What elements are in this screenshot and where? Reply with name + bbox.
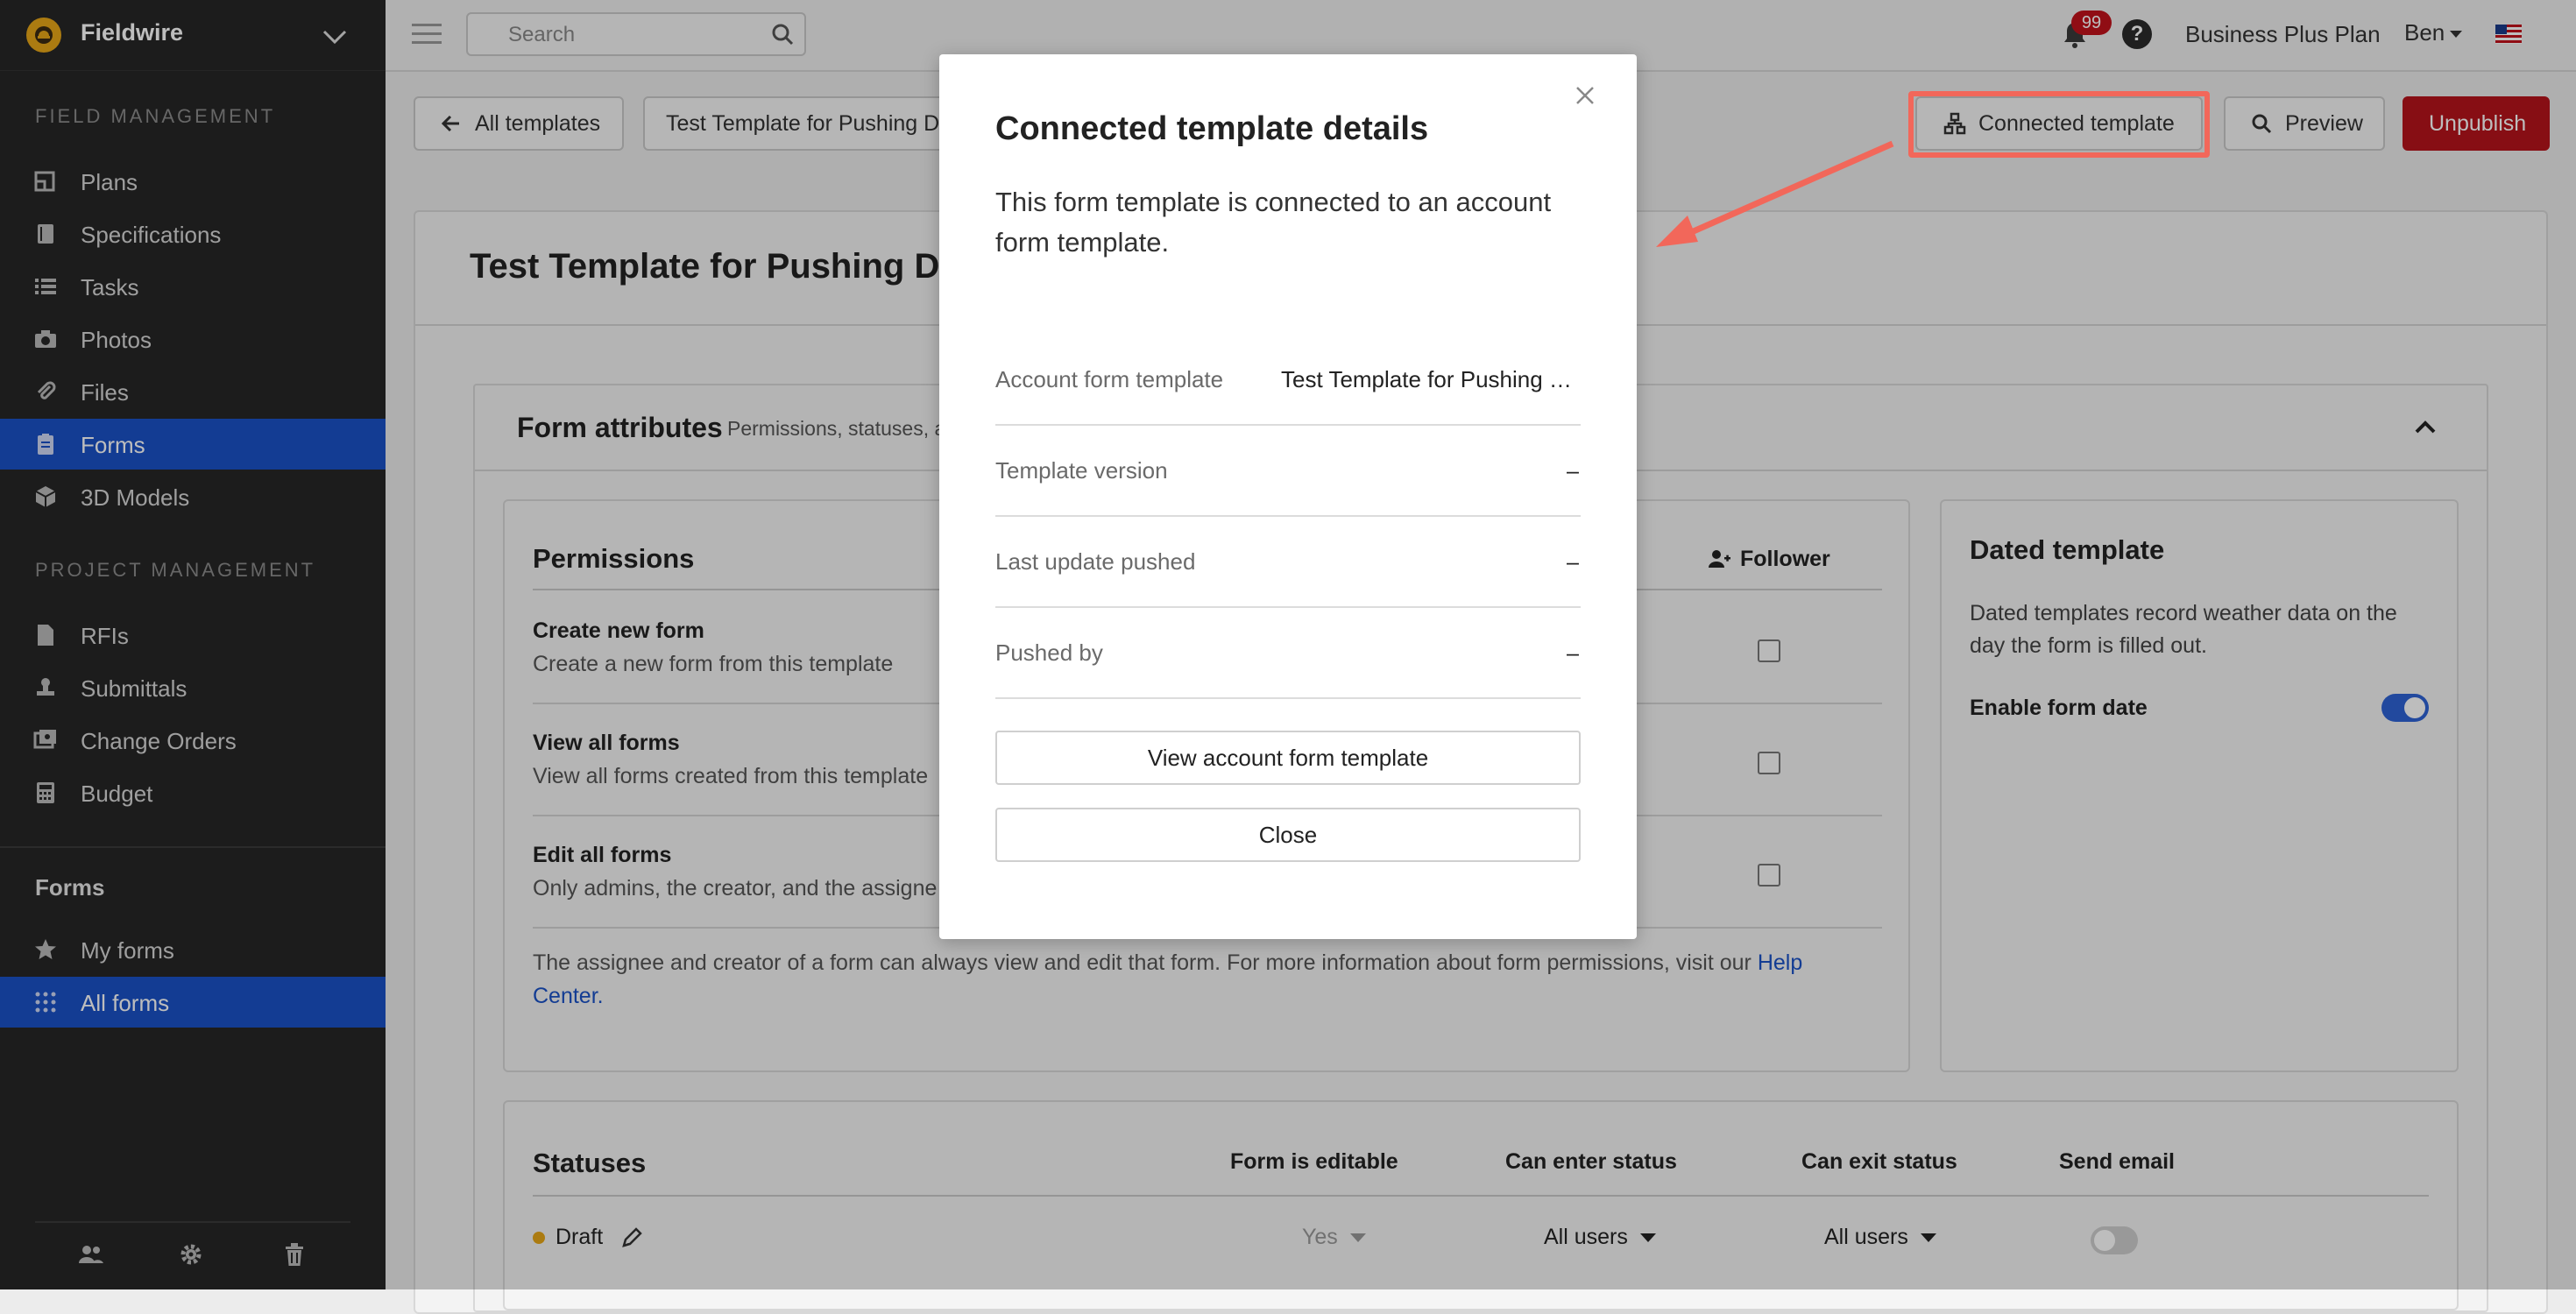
modal-title: Connected template details [995,110,1429,147]
close-button[interactable]: Close [995,808,1581,862]
close-icon[interactable] [1574,84,1596,107]
detail-row-account-template: Account form template Test Template for … [995,335,1581,426]
detail-key: Template version [995,457,1168,484]
detail-value: – [1566,639,1579,666]
annotation-arrow-icon [1656,140,1894,247]
detail-key: Account form template [995,366,1224,392]
detail-row-last-update: Last update pushed – [995,517,1581,608]
detail-key: Pushed by [995,639,1103,666]
detail-key: Last update pushed [995,548,1196,575]
detail-value: Test Template for Pushing Data [1281,366,1579,392]
detail-value: – [1566,548,1579,575]
app-root: Fieldwire FIELD MANAGEMENT Plans Specifi… [0,0,2576,1314]
detail-row-template-version: Template version – [995,426,1581,517]
detail-row-pushed-by: Pushed by – [995,608,1581,699]
view-account-template-button[interactable]: View account form template [995,731,1581,785]
modal-description: This form template is connected to an ac… [995,187,1552,258]
connected-template-modal: Connected template details This form tem… [939,54,1637,939]
annotation-highlight-box [1908,91,2210,158]
detail-value: – [1566,457,1579,484]
